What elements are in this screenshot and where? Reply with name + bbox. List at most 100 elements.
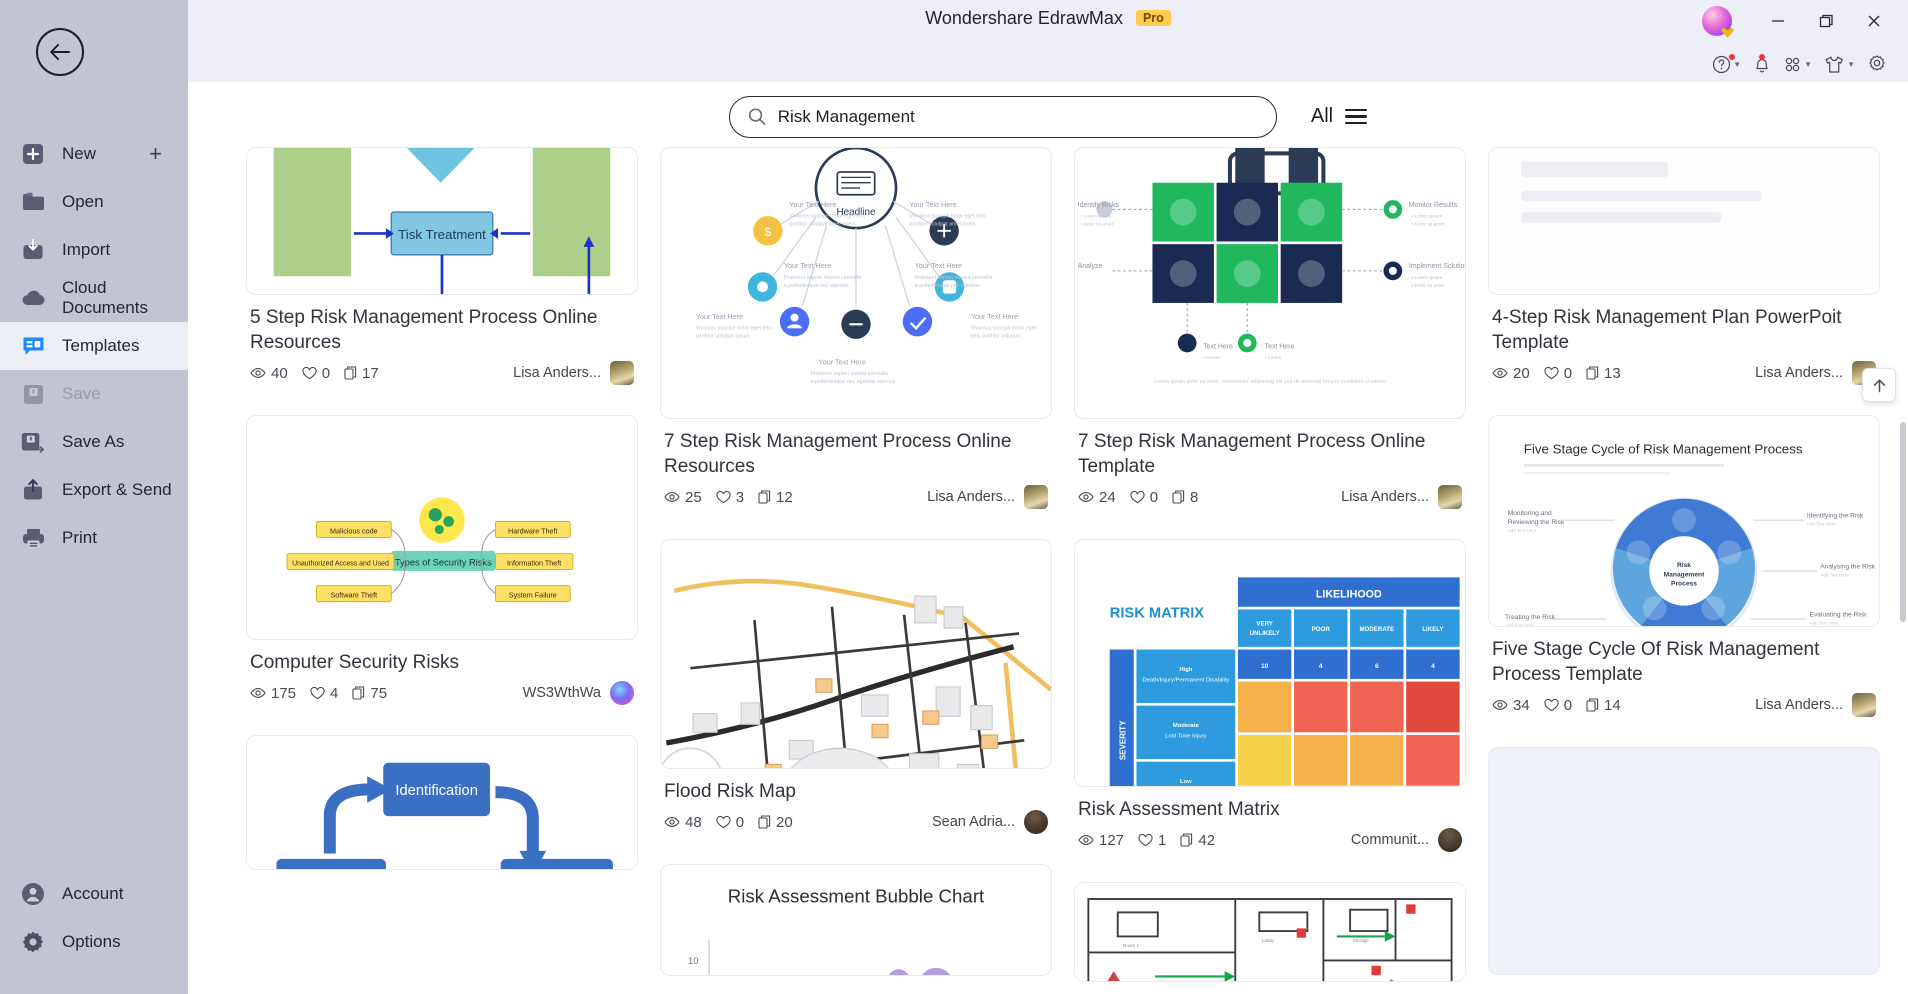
search-input[interactable]	[777, 106, 1258, 127]
help-button[interactable]: ▼	[1709, 53, 1744, 76]
sidebar-item-print[interactable]: Print	[0, 514, 188, 562]
apps-grid-icon	[1785, 57, 1800, 71]
views-count: 34	[1513, 696, 1530, 714]
heart-icon	[716, 815, 731, 828]
svg-text:Text Here: Text Here	[1203, 343, 1233, 350]
filter-list-icon	[1345, 109, 1368, 124]
template-thumbnail[interactable]: Headline $ Your Text Here Your Text Here…	[660, 147, 1052, 419]
sidebar-label: New	[62, 144, 97, 163]
template-thumbnail[interactable]: Risk Assessment Bubble Chart 10 5	[660, 864, 1052, 977]
folder-icon	[20, 189, 46, 215]
template-thumbnail[interactable]: Public Square	[660, 539, 1052, 770]
svg-text:a pellentesque nec egestas: a pellentesque nec egestas	[784, 283, 849, 289]
svg-text:Treating the Risk: Treating the Risk	[1505, 614, 1556, 621]
sidebar-item-export-send[interactable]: Export & Send	[0, 466, 188, 514]
template-thumbnail-placeholder[interactable]	[1488, 747, 1880, 976]
apps-button[interactable]: ▼	[1780, 53, 1815, 76]
likes-stat: 1	[1138, 832, 1166, 849]
svg-text:10: 10	[688, 956, 698, 966]
template-card: Tisk Treatment 5 Step Risk Management Pr…	[246, 147, 638, 407]
svg-text:Software Theft: Software Theft	[330, 591, 377, 600]
copy-icon	[1180, 833, 1193, 847]
template-thumbnail[interactable]: Identification Monitoring Assessment	[246, 735, 638, 871]
template-title[interactable]: Five Stage Cycle Of Risk Management Proc…	[1488, 627, 1880, 691]
svg-text:porttitor volutpat amet lorem: porttitor volutpat amet lorem	[789, 221, 856, 227]
sidebar-item-open[interactable]: Open	[0, 178, 188, 226]
filter-label: All	[1310, 105, 1334, 127]
author-name: Lisa Anders...	[1755, 697, 1843, 714]
bubble-chart-art: Risk Assessment Bubble Chart 10 5	[688, 886, 985, 976]
minimize-button[interactable]	[1758, 6, 1798, 36]
sidebar-item-account[interactable]: Account	[0, 870, 188, 918]
template-thumbnail[interactable]: Five Stage Cycle of Risk Management Proc…	[1488, 415, 1880, 628]
template-title[interactable]: Flood Risk Map	[660, 769, 1052, 808]
svg-text:Add Text Here: Add Text Here	[1820, 572, 1849, 577]
svg-text:• Lorem ipsum: • Lorem ipsum	[1412, 275, 1443, 281]
eye-icon	[1078, 835, 1094, 846]
notifications-button[interactable]	[1750, 53, 1774, 76]
template-author[interactable]: Lisa Anders...	[513, 361, 634, 386]
template-author[interactable]: Lisa Anders...	[1755, 693, 1876, 718]
template-thumbnail[interactable]: Tisk Treatment	[246, 147, 638, 295]
template-card: Monitor Results Implement Solutions Ident…	[1074, 147, 1466, 531]
search-box[interactable]	[728, 95, 1277, 138]
back-button[interactable]	[36, 28, 84, 76]
template-title[interactable]: Risk Assessment Matrix	[1074, 787, 1466, 826]
template-meta: 48 0 20 Sean Adria...	[660, 808, 1052, 856]
template-author[interactable]: Lisa Anders...	[927, 485, 1048, 510]
scroll-to-top-button[interactable]	[1862, 368, 1896, 402]
sidebar-label: Templates	[62, 336, 140, 355]
template-title[interactable]: Computer Security Risks	[246, 640, 638, 679]
template-card: RISK MATRIX LIKELIHOOD VERY UNLIKELY POOR	[1074, 539, 1466, 874]
copy-icon	[344, 366, 357, 380]
heart-icon	[1130, 490, 1145, 503]
sidebar-item-options[interactable]: Options	[0, 918, 188, 966]
template-author[interactable]: Communit...	[1351, 828, 1462, 853]
sidebar-item-templates[interactable]: Templates	[0, 322, 188, 370]
theme-button[interactable]: ▼	[1821, 53, 1858, 76]
sidebar-label: Import	[62, 240, 111, 259]
sidebar-item-save-as[interactable]: Save As	[0, 418, 188, 466]
sidebar-item-new[interactable]: New +	[0, 130, 188, 178]
vertical-scrollbar[interactable]	[1900, 422, 1906, 622]
template-title[interactable]: 7 Step Risk Management Process Online Te…	[1074, 419, 1466, 483]
sidebar-item-import[interactable]: Import	[0, 226, 188, 274]
svg-text:Monitor Results: Monitor Results	[1409, 202, 1458, 209]
copies-count: 8	[1190, 488, 1199, 506]
eye-icon	[1492, 368, 1508, 379]
sidebar-nav: New + Open Import Cloud Documents Templa…	[0, 130, 188, 562]
template-author[interactable]: Sean Adria...	[932, 810, 1048, 835]
maximize-button[interactable]	[1806, 6, 1846, 36]
chevron-down-icon: ▼	[1847, 59, 1855, 69]
views-stat: 25	[664, 489, 702, 506]
close-button[interactable]	[1854, 6, 1894, 36]
eye-icon	[664, 492, 680, 503]
views-count: 24	[1099, 488, 1116, 506]
svg-text:Vivamus suscipit tortor eget f: Vivamus suscipit tortor eget felis	[789, 213, 866, 219]
sidebar-item-cloud-documents[interactable]: Cloud Documents	[0, 274, 188, 322]
template-title[interactable]: 5 Step Risk Management Process Online Re…	[246, 295, 638, 359]
risk-matrix-art: RISK MATRIX LIKELIHOOD VERY UNLIKELY POOR	[1075, 540, 1465, 787]
svg-text:Add Text Here: Add Text Here	[1810, 621, 1839, 626]
user-avatar[interactable]	[1702, 6, 1732, 36]
copies-stat: 8	[1172, 489, 1198, 506]
svg-text:$: $	[765, 225, 772, 239]
template-thumbnail[interactable]	[1488, 147, 1880, 295]
filter-all-button[interactable]: All	[1310, 105, 1368, 128]
template-title[interactable]: 7 Step Risk Management Process Online Re…	[660, 419, 1052, 483]
views-count: 175	[271, 684, 297, 702]
template-author[interactable]: Lisa Anders...	[1755, 361, 1876, 386]
template-thumbnail[interactable]: RISK MATRIX LIKELIHOOD VERY UNLIKELY POOR	[1074, 539, 1466, 788]
template-thumbnail[interactable]: Room 1LobbyStorage Storage areaOffice	[1074, 882, 1466, 983]
settings-button[interactable]	[1864, 52, 1890, 76]
template-thumbnail[interactable]: Types of Security Risks Malicious code U…	[246, 415, 638, 641]
heart-icon	[310, 686, 325, 699]
new-plus-icon[interactable]: +	[149, 143, 162, 165]
sidebar-bottom-nav: Account Options	[0, 870, 188, 966]
chevron-down-icon: ▼	[1733, 59, 1742, 69]
template-author[interactable]: WS3WthWa	[523, 681, 634, 706]
template-title[interactable]: 4-Step Risk Management Plan PowerPoit Te…	[1488, 295, 1880, 359]
template-author[interactable]: Lisa Anders...	[1341, 485, 1462, 510]
security-mindmap-art: Types of Security Risks Malicious code U…	[286, 497, 574, 603]
template-thumbnail[interactable]: Monitor Results Implement Solutions Ident…	[1074, 147, 1466, 419]
